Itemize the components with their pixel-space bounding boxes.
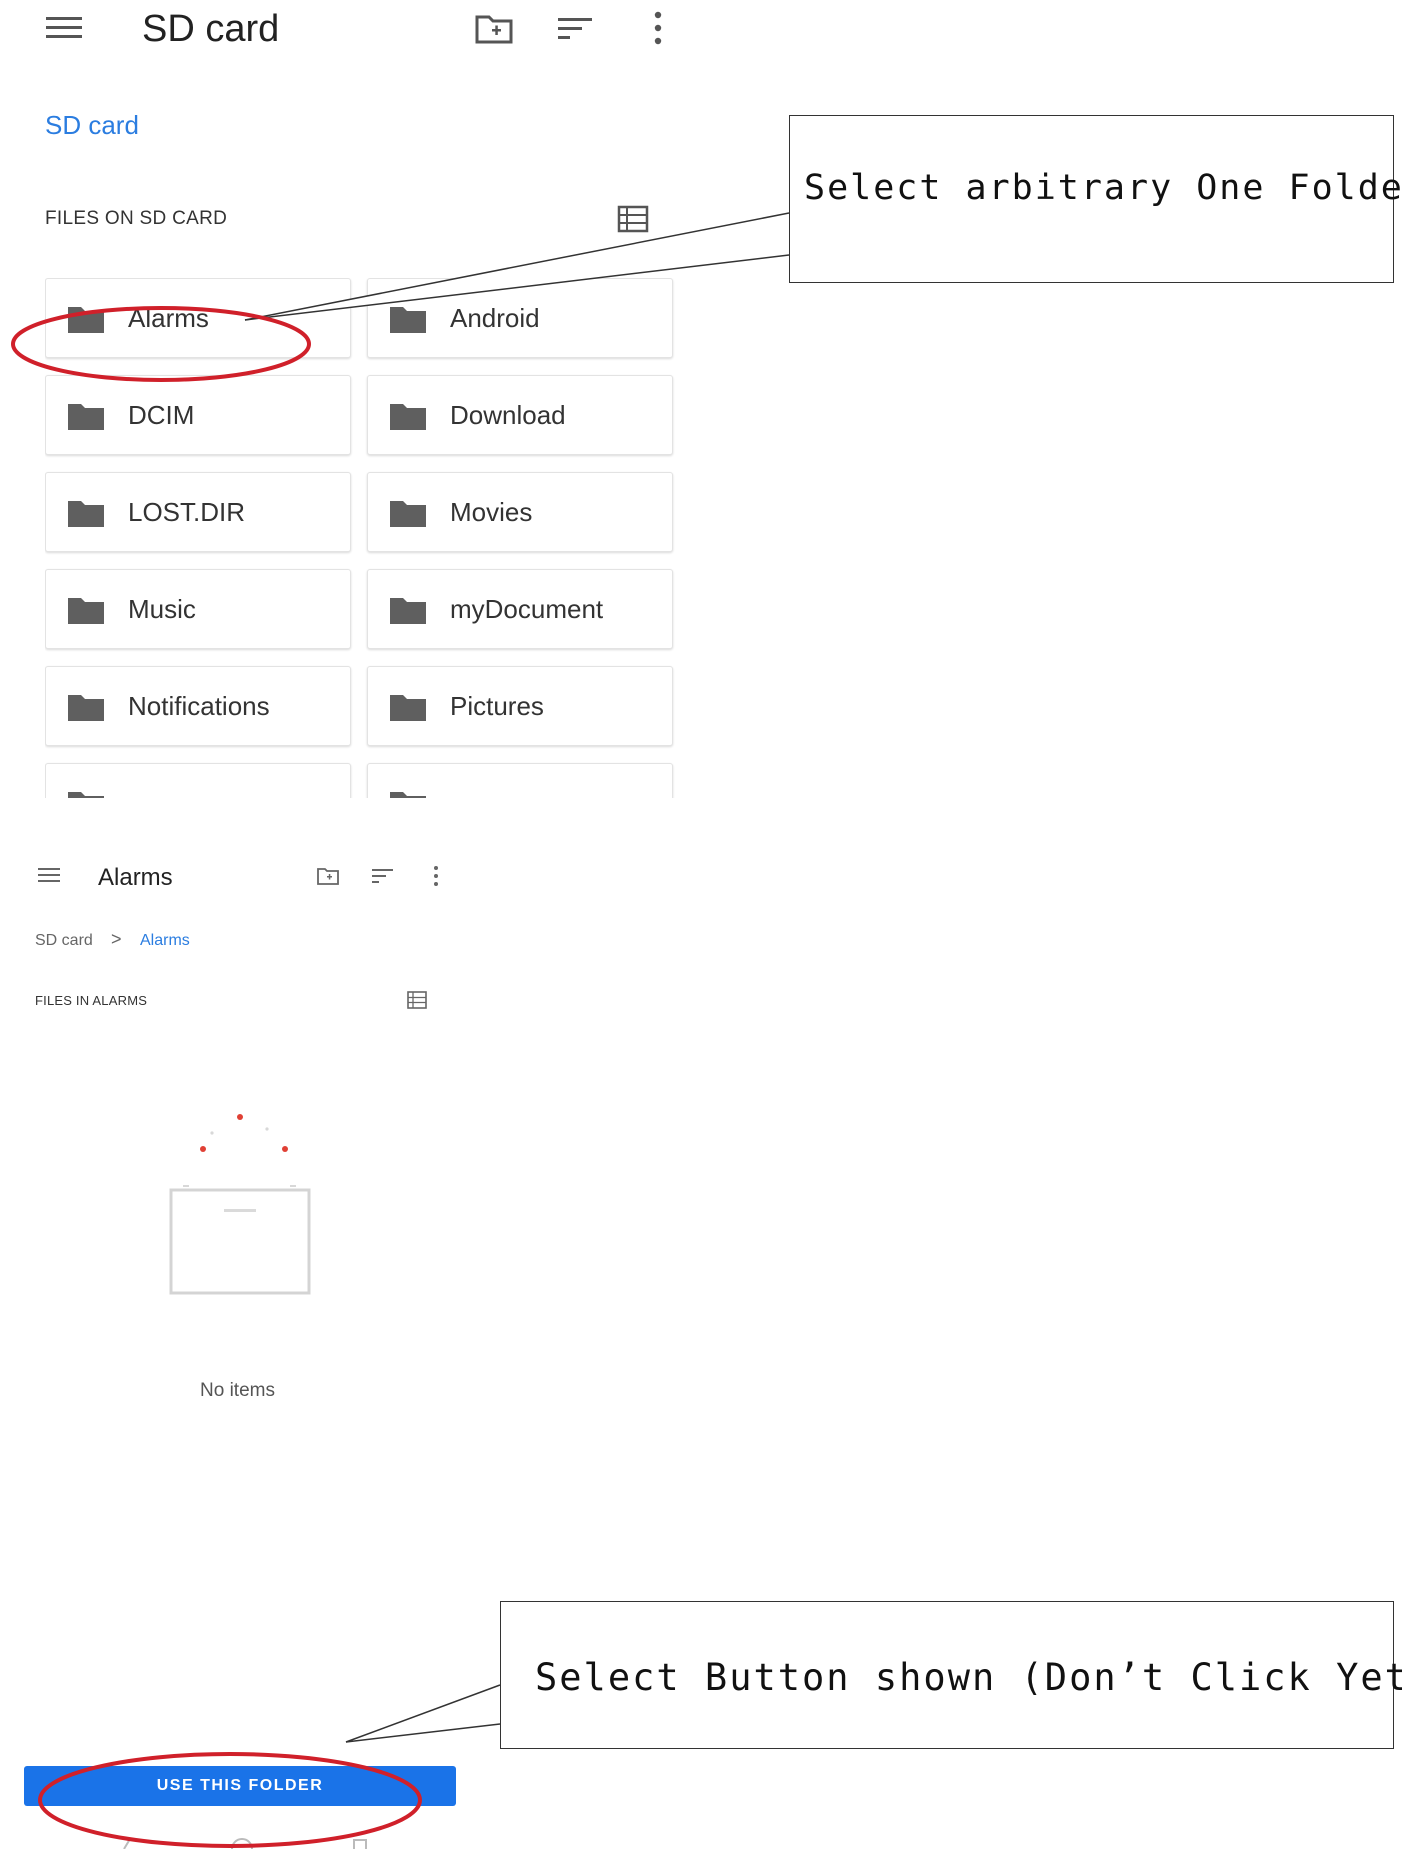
folder-name: Pictures	[450, 691, 544, 721]
list-view-icon[interactable]	[406, 990, 428, 1010]
section-header: FILES IN ALARMS	[35, 993, 148, 1008]
app-title: SD card	[142, 8, 280, 50]
callout-pointer-line	[345, 1723, 501, 1743]
folder-icon	[390, 501, 426, 527]
callout-pointer-line	[345, 1684, 501, 1743]
breadcrumb-root[interactable]: SD card	[35, 932, 93, 950]
folder-tile[interactable]: Download	[367, 375, 673, 455]
more-vert-icon[interactable]	[431, 865, 441, 887]
root-breadcrumb[interactable]: SD card	[45, 110, 139, 141]
folder-name: myDocument	[450, 594, 604, 624]
folder-icon	[68, 695, 104, 721]
recents-icon	[353, 1839, 367, 1849]
list-view-icon[interactable]	[616, 204, 650, 234]
folder-name: Android	[450, 303, 540, 333]
folder-tile[interactable]	[367, 763, 673, 798]
folder-icon	[68, 598, 104, 624]
empty-state-text: No items	[200, 1380, 275, 1401]
breadcrumb-separator: >	[111, 929, 122, 949]
folder-name: Movies	[450, 497, 533, 527]
home-icon	[231, 1838, 253, 1849]
more-vert-icon[interactable]	[648, 10, 668, 46]
folder-name: Download	[450, 400, 566, 430]
annotation-callout-select-button: Select Button shown (Don’t Click Yet)	[500, 1601, 1402, 1749]
section-header: FILES ON SD CARD	[45, 208, 228, 229]
folder-tile[interactable]: myDocument	[367, 569, 673, 649]
back-icon	[123, 1838, 131, 1849]
folder-icon	[390, 404, 426, 430]
folder-icon	[390, 695, 426, 721]
folder-name: Alarms	[128, 303, 209, 333]
folder-name: Notifications	[128, 691, 270, 721]
sort-icon[interactable]	[558, 14, 594, 44]
callout-pointer	[346, 1685, 500, 1742]
sort-icon[interactable]	[372, 867, 394, 885]
hamburger-menu-icon[interactable]	[38, 867, 60, 883]
folder-icon	[68, 307, 104, 333]
folder-tile[interactable]: Alarms	[45, 278, 351, 358]
use-this-folder-button[interactable]: USE THIS FOLDER	[24, 1766, 456, 1806]
folder-tile[interactable]	[45, 763, 351, 798]
folder-icon	[390, 307, 426, 333]
annotation-text: Select arbitrary One Folder	[804, 168, 1402, 208]
folder-tile[interactable]: LOST.DIR	[45, 472, 351, 552]
folder-tile[interactable]: Music	[45, 569, 351, 649]
empty-folder-illustration	[169, 1114, 311, 1295]
folder-tile[interactable]: Notifications	[45, 666, 351, 746]
new-folder-icon[interactable]	[316, 866, 340, 886]
folder-tile[interactable]: Pictures	[367, 666, 673, 746]
annotation-callout-select-folder: Select arbitrary One Folder	[789, 115, 1402, 283]
folder-name: DCIM	[128, 400, 195, 430]
hamburger-menu-icon[interactable]	[46, 14, 82, 42]
folder-icon	[68, 404, 104, 430]
folder-tile[interactable]: Android	[367, 278, 673, 358]
new-folder-icon[interactable]	[474, 12, 514, 46]
folder-icon	[390, 792, 426, 798]
folder-icon	[68, 792, 104, 798]
folder-name: Music	[128, 594, 196, 624]
system-navigation-bar	[123, 1838, 367, 1849]
breadcrumb-current[interactable]: Alarms	[140, 932, 190, 950]
folder-tile[interactable]: DCIM	[45, 375, 351, 455]
folder-icon	[390, 598, 426, 624]
folder-tile[interactable]: Movies	[367, 472, 673, 552]
folder-grid: Alarms Android DCIM Download LOST.DIR Movies M…	[45, 278, 675, 798]
folder-name: LOST.DIR	[128, 497, 246, 527]
folder-icon	[68, 501, 104, 527]
app-title: Alarms	[98, 864, 173, 891]
annotation-text: Select Button shown (Don’t Click Yet)	[535, 1656, 1402, 1699]
